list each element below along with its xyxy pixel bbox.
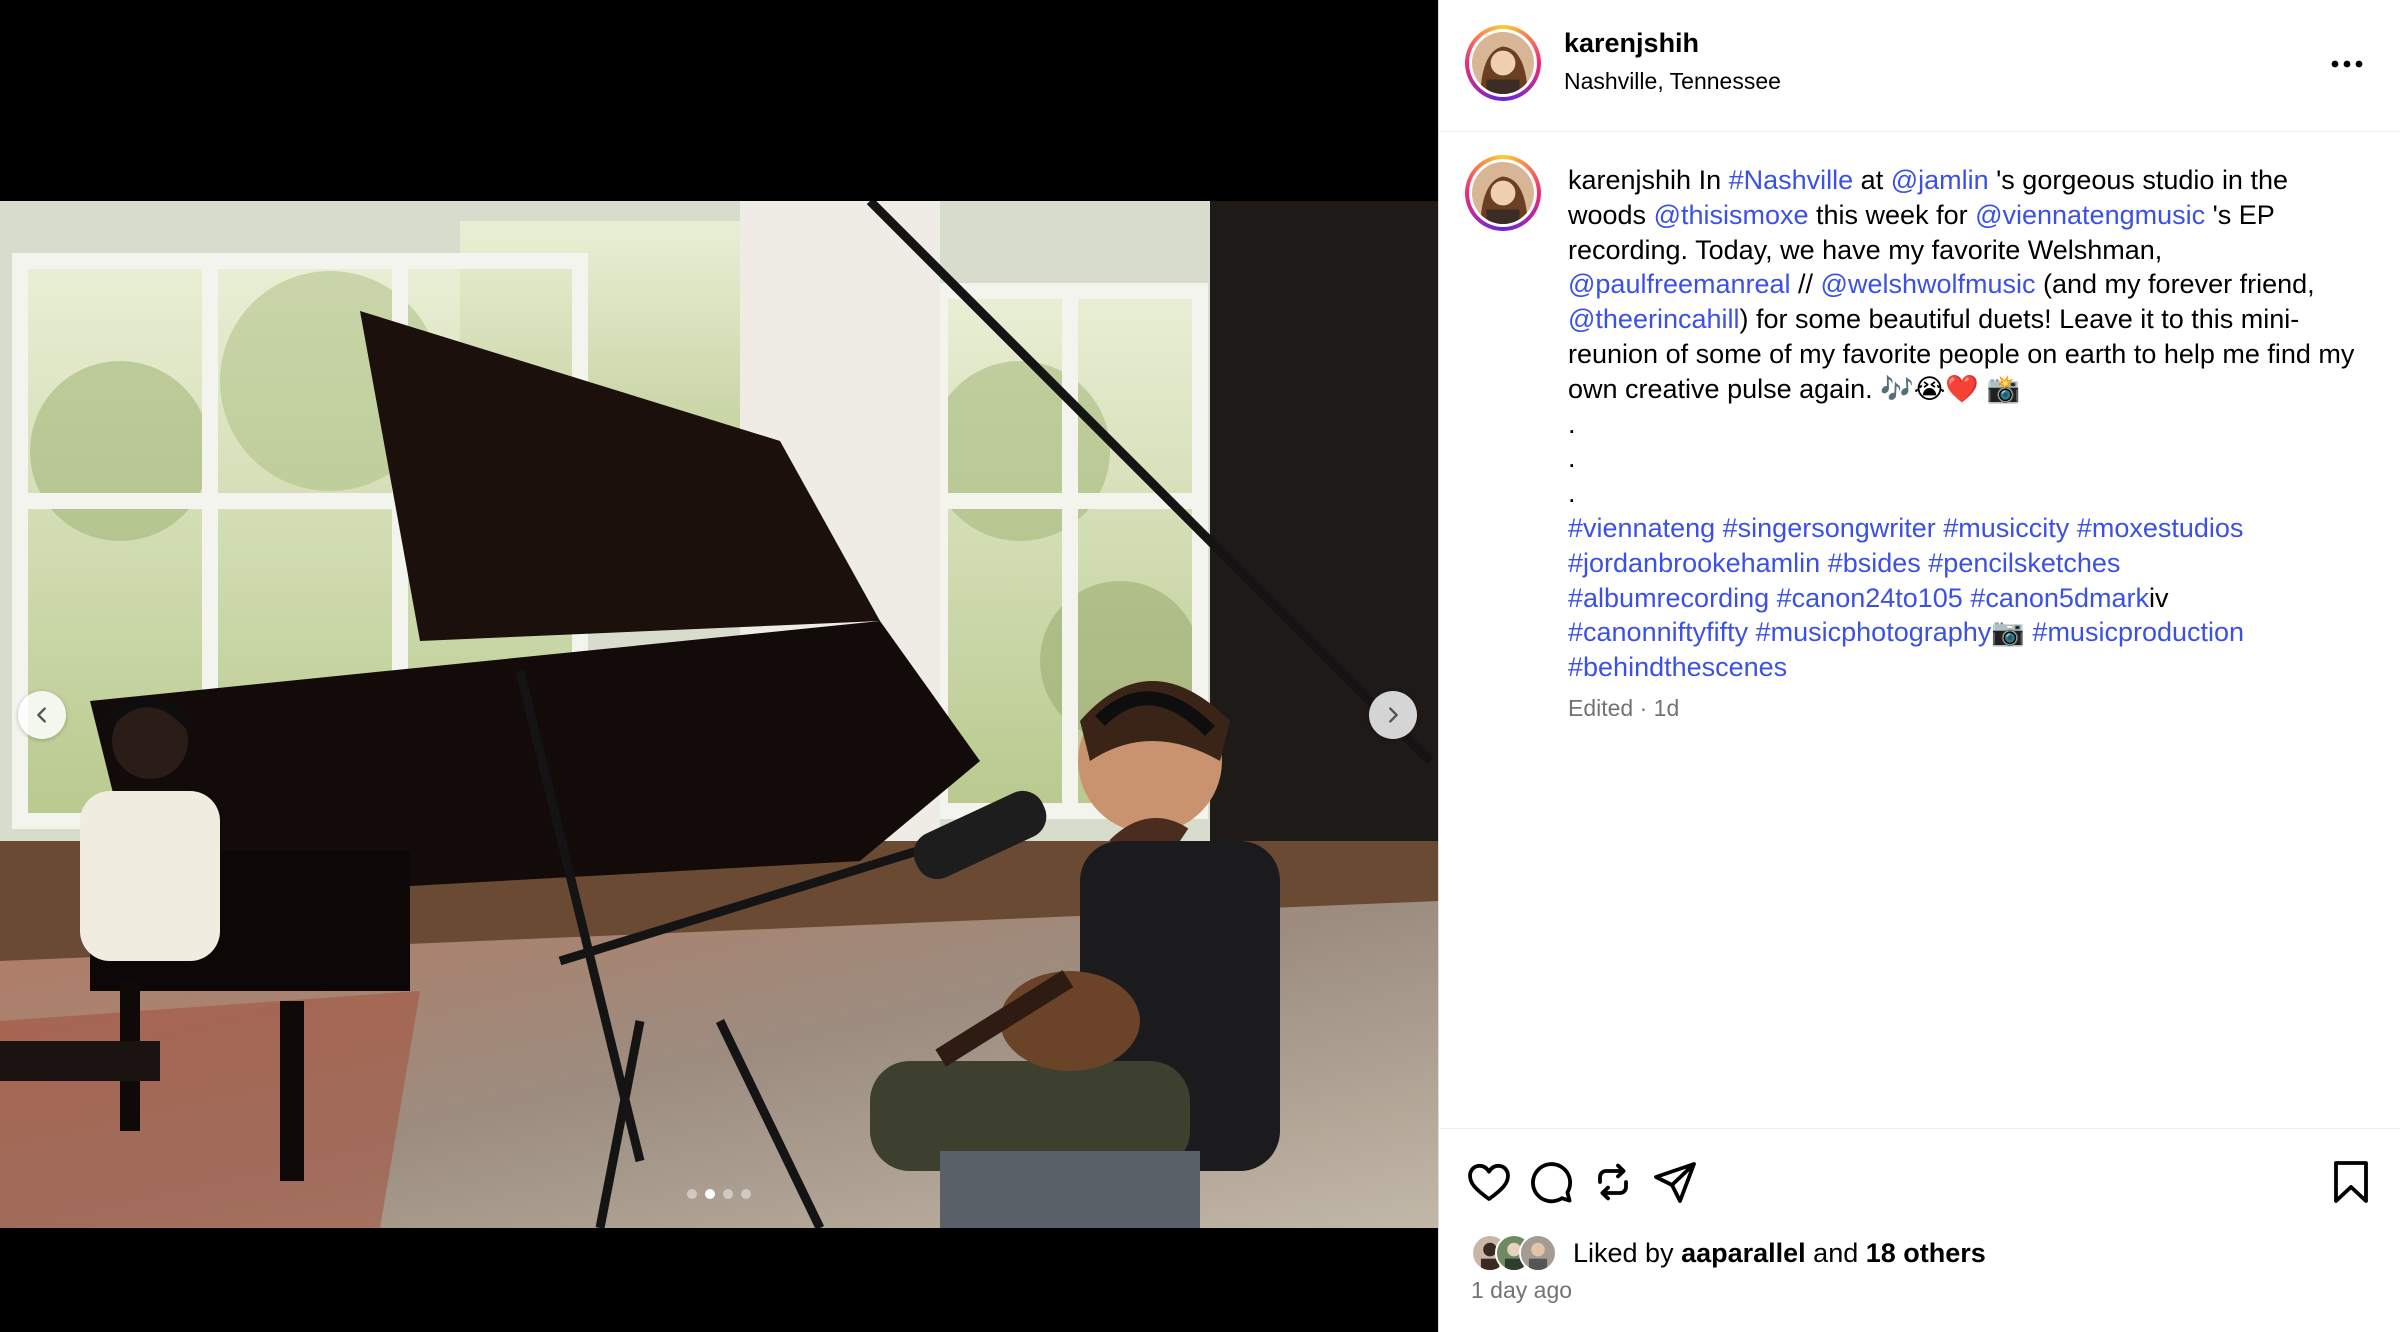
caption-text: this week for xyxy=(1808,199,1976,230)
caption-dot: . xyxy=(1568,408,1576,439)
hashtag-link[interactable]: #pencilsketches xyxy=(1928,548,2120,578)
carousel-indicator xyxy=(0,1189,1438,1199)
post-header: karenjshih Nashville, Tennessee xyxy=(1439,0,2400,132)
liker-avatar[interactable] xyxy=(1519,1234,1557,1272)
carousel-dot xyxy=(687,1189,697,1199)
hashtag-link[interactable]: #moxestudios xyxy=(2077,513,2244,543)
repost-icon xyxy=(1598,1163,1628,1201)
post-actions: Liked by aaparallel and 18 others 1 day … xyxy=(1439,1128,2400,1332)
chevron-right-icon xyxy=(1389,707,1398,723)
hashtag-line: #jordanbrookehamlin #bsides #pencilsketc… xyxy=(1568,546,2368,581)
mention-link[interactable]: @paulfreemanreal xyxy=(1568,269,1791,299)
post-timestamp[interactable]: 1 day ago xyxy=(1471,1277,1572,1304)
hashtag-link[interactable]: #musicphotography xyxy=(1756,617,1992,647)
hashtag-link[interactable]: #albumrecording xyxy=(1568,583,1769,613)
chevron-left-icon xyxy=(37,707,46,723)
caption-dot: . xyxy=(1568,443,1576,474)
carousel-dot xyxy=(705,1189,715,1199)
mention-link[interactable]: @welshwolfmusic xyxy=(1821,269,2036,299)
hashtag-link[interactable]: #musicproduction xyxy=(2032,617,2244,647)
carousel-dot xyxy=(723,1189,733,1199)
hashtag-line: #viennateng #singersongwriter #musiccity… xyxy=(1568,511,2368,546)
heart-icon xyxy=(1468,1163,1510,1201)
post-modal: karenjshih Nashville, Tennessee karenjsh… xyxy=(0,0,2400,1332)
like-button[interactable] xyxy=(1461,1154,1517,1210)
hashtag-line: #albumrecording #canon24to105 #canon5dma… xyxy=(1568,581,2368,616)
caption-age[interactable]: 1d xyxy=(1654,695,1680,721)
hashtag-link[interactable]: #canonniftyfifty xyxy=(1568,617,1748,647)
share-button[interactable] xyxy=(1647,1154,1703,1210)
bookmark-icon xyxy=(2334,1161,2368,1203)
hashtag-link[interactable]: #canon24to105 xyxy=(1777,583,1963,613)
carousel-next-button[interactable] xyxy=(1369,691,1417,739)
caption-text: iv xyxy=(2148,582,2169,613)
liker-username[interactable]: aaparallel xyxy=(1681,1238,1806,1268)
caption-meta: Edited · 1d xyxy=(1568,695,1679,722)
caption-text: In xyxy=(1691,165,1729,195)
hashtag-line: #behindthescenes xyxy=(1568,650,2368,685)
comment-button[interactable] xyxy=(1523,1154,1579,1210)
mention-link[interactable]: @theerincahill xyxy=(1568,304,1740,334)
caption-author-avatar[interactable] xyxy=(1465,155,1541,231)
hashtag-link[interactable]: #behindthescenes xyxy=(1568,652,1787,682)
caption-text: (and my forever friend, xyxy=(2035,269,2315,300)
comment-icon xyxy=(1531,1162,1573,1204)
mention-link[interactable]: @viennatengmusic xyxy=(1975,200,2205,230)
author-username[interactable]: karenjshih xyxy=(1564,28,1699,59)
post-location[interactable]: Nashville, Tennessee xyxy=(1564,68,1781,95)
repost-button[interactable] xyxy=(1585,1154,1641,1210)
post-caption: karenjshih In #Nashville at @jamlin 's g… xyxy=(1568,163,2368,685)
mention-link[interactable]: @jamlin xyxy=(1891,165,1989,195)
save-button[interactable] xyxy=(2323,1154,2379,1210)
likes-others-link[interactable]: 18 others xyxy=(1866,1238,1986,1268)
camera-emoji: 📷 xyxy=(1991,617,2025,648)
hashtag-link[interactable]: #bsides xyxy=(1828,548,1921,578)
hashtag-link[interactable]: #musiccity xyxy=(1943,513,2069,543)
caption-section: karenjshih In #Nashville at @jamlin 's g… xyxy=(1439,132,2400,1127)
hashtag-link[interactable]: #canon5dmark xyxy=(1970,583,2149,613)
carousel-prev-button[interactable] xyxy=(18,691,66,739)
post-photo[interactable] xyxy=(0,201,1438,1228)
hashtag-link[interactable]: #Nashville xyxy=(1729,165,1854,195)
caption-text: // xyxy=(1790,269,1821,300)
likes-prefix: Liked by xyxy=(1573,1237,1682,1268)
likes-middle: and xyxy=(1805,1237,1866,1268)
likes-text: Liked by aaparallel and 18 others xyxy=(1573,1238,1986,1269)
caption-dot: . xyxy=(1568,478,1576,509)
hashtag-link[interactable]: #viennateng xyxy=(1568,513,1715,543)
hashtag-link[interactable]: #jordanbrookehamlin xyxy=(1568,548,1820,578)
media-panel xyxy=(0,0,1438,1332)
carousel-dot xyxy=(741,1189,751,1199)
author-avatar[interactable] xyxy=(1465,25,1541,101)
caption-username[interactable]: karenjshih xyxy=(1568,165,1691,195)
more-horizontal-icon xyxy=(2331,60,2363,68)
caption-text: at xyxy=(1853,165,1891,195)
hashtag-line: #canonniftyfifty #musicphotography📷 #mus… xyxy=(1568,615,2368,650)
likes-summary: Liked by aaparallel and 18 others xyxy=(1471,1232,1986,1274)
hashtag-link[interactable]: #singersongwriter xyxy=(1723,513,1936,543)
send-icon xyxy=(1654,1162,1696,1203)
more-options-button[interactable] xyxy=(2327,46,2367,82)
meta-separator: · xyxy=(1633,695,1654,721)
post-side-panel: karenjshih Nashville, Tennessee karenjsh… xyxy=(1438,0,2400,1332)
edited-label: Edited xyxy=(1568,695,1634,721)
mention-link[interactable]: @thisismoxe xyxy=(1654,200,1809,230)
